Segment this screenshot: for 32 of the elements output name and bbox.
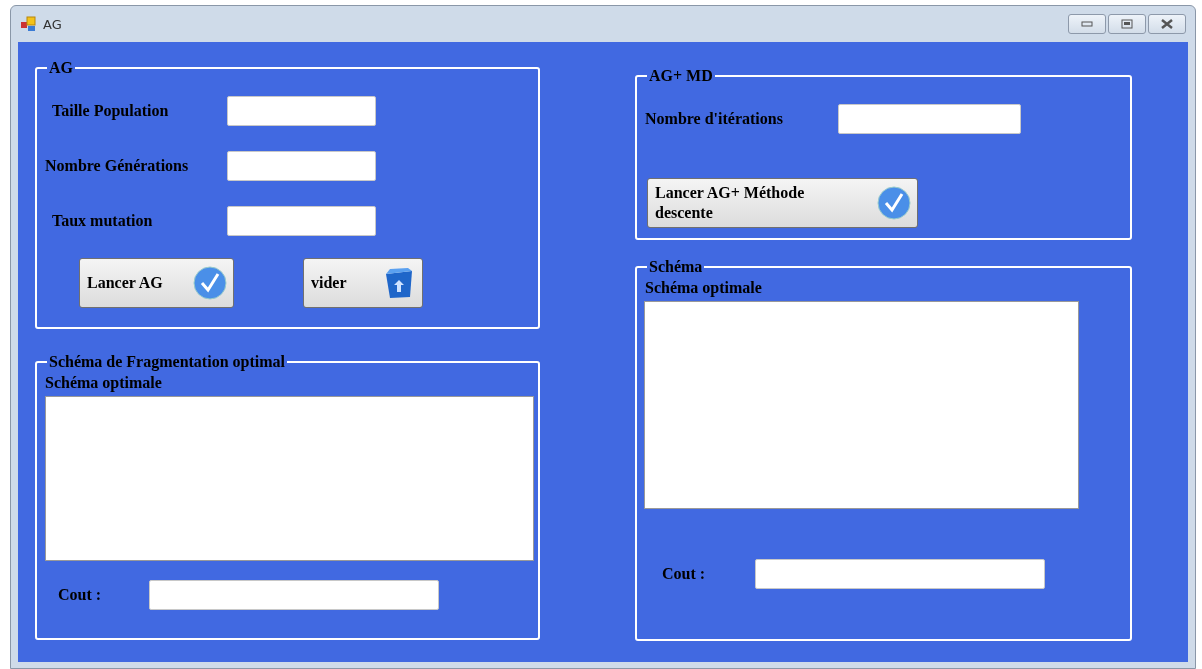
- field-label: Taux mutation: [51, 212, 154, 230]
- field-label: Taille Population: [51, 102, 170, 120]
- field-label: Nombre d'itérations: [645, 110, 784, 128]
- group-title: Schéma: [648, 259, 704, 275]
- text-area[interactable]: [644, 301, 1079, 509]
- maximize-button[interactable]: [1108, 14, 1146, 34]
- input-field[interactable]: [227, 151, 376, 181]
- field-label: Schéma optimale: [645, 279, 763, 297]
- input-field[interactable]: [838, 104, 1021, 134]
- input-field[interactable]: [755, 559, 1045, 589]
- group-title: Schéma de Fragmentation optimal: [48, 354, 286, 370]
- check-icon: [193, 266, 227, 300]
- group-title: AG+ MD: [648, 68, 714, 84]
- field-label: Schéma optimale: [45, 374, 163, 392]
- field-label: Nombre Générations: [45, 157, 190, 175]
- check-icon: [877, 186, 911, 220]
- field-label: Cout :: [662, 565, 707, 583]
- action-button[interactable]: Lancer AG+ Méthode descente: [647, 178, 918, 228]
- input-field[interactable]: [227, 206, 376, 236]
- input-field[interactable]: [227, 96, 376, 126]
- window-title: AG: [43, 16, 62, 32]
- app-icon: [21, 16, 37, 32]
- close-icon: [1160, 19, 1174, 29]
- field-label: Cout :: [58, 586, 103, 604]
- input-field[interactable]: [149, 580, 439, 610]
- action-button[interactable]: Lancer AG: [79, 258, 234, 308]
- group-title: AG: [48, 60, 74, 76]
- maximize-icon: [1121, 19, 1133, 29]
- minimize-icon: [1081, 21, 1093, 27]
- close-button[interactable]: [1148, 14, 1186, 34]
- action-button[interactable]: vider: [303, 258, 423, 308]
- text-area[interactable]: [45, 396, 534, 561]
